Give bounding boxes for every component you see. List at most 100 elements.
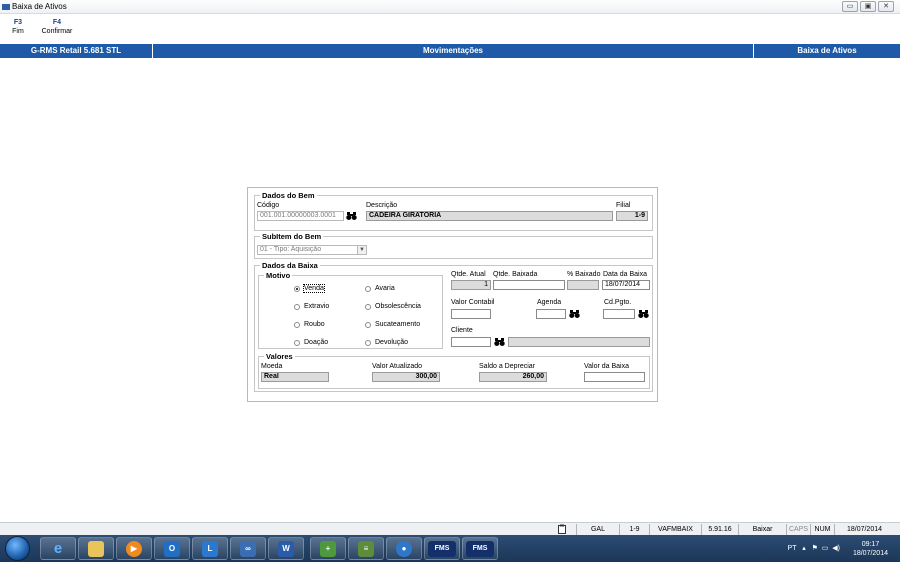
radio-roubo[interactable]: Roubo bbox=[294, 321, 325, 328]
start-button[interactable] bbox=[5, 536, 30, 561]
app-icon-4[interactable]: ● bbox=[386, 537, 422, 560]
radio-dot[interactable] bbox=[365, 285, 371, 292]
radio-dot[interactable] bbox=[294, 321, 300, 328]
fms-icon[interactable]: FMS bbox=[424, 537, 460, 560]
codigo-label: Código bbox=[257, 202, 280, 209]
cd-pgto-search-icon[interactable] bbox=[638, 309, 649, 319]
app-icon bbox=[2, 4, 10, 10]
clock[interactable]: 09:17 18/07/2014 bbox=[853, 540, 888, 558]
moeda-label: Moeda bbox=[261, 363, 283, 370]
valor-baixa-field[interactable] bbox=[584, 372, 645, 382]
fms-glyph: FMS bbox=[428, 540, 456, 557]
radio-venda[interactable]: Venda bbox=[294, 284, 325, 293]
subitem-title: SubItem do Bem bbox=[260, 232, 324, 241]
agenda-field[interactable] bbox=[536, 309, 566, 319]
dados-bem-group: Dados do Bem Código 001.001.00000003.000… bbox=[254, 191, 653, 231]
agenda-search-icon[interactable] bbox=[569, 309, 580, 319]
media-player-icon[interactable]: ▶ bbox=[116, 537, 152, 560]
qtde-baixada-field[interactable] bbox=[493, 280, 565, 290]
valor-atualizado-field: 300,00 bbox=[372, 372, 440, 382]
radio-devolucao-label: Devolução bbox=[375, 339, 409, 346]
close-button[interactable]: ✕ bbox=[878, 1, 894, 12]
network-icon[interactable]: ▭ bbox=[820, 545, 831, 552]
pct-baixado-field bbox=[567, 280, 599, 290]
radio-avaria[interactable]: Avaria bbox=[365, 285, 395, 292]
valor-baixa-label: Valor da Baixa bbox=[584, 363, 630, 370]
volume-icon[interactable]: ◀) bbox=[832, 545, 840, 552]
word-icon[interactable]: W bbox=[268, 537, 304, 560]
radio-sucateamento-label: Sucateamento bbox=[375, 321, 421, 328]
fms-icon-2[interactable]: FMS bbox=[462, 537, 498, 560]
screen-title: Baixa de Ativos bbox=[797, 46, 857, 55]
cliente-label: Cliente bbox=[451, 327, 473, 334]
cliente-search-icon[interactable] bbox=[494, 337, 505, 347]
motivo-group: Motivo Venda Avaria Extravio Obsolescênc… bbox=[258, 271, 443, 349]
cliente-nome-field bbox=[508, 337, 650, 347]
valor-contabil-label: Valor Contabil bbox=[451, 299, 495, 306]
f3-key: F3 bbox=[13, 19, 23, 26]
minimize-button[interactable]: ▭ bbox=[842, 1, 858, 12]
saldo-label: Saldo a Depreciar bbox=[479, 363, 536, 370]
pct-baixado-label: % Baixado bbox=[567, 271, 601, 278]
data-baixa-field[interactable]: 18/07/2014 bbox=[602, 280, 650, 290]
radio-dot[interactable] bbox=[294, 303, 300, 310]
radio-obsolescencia[interactable]: Obsolescência bbox=[365, 303, 421, 310]
lync-icon[interactable]: L bbox=[192, 537, 228, 560]
status-action: Baixar bbox=[738, 524, 786, 535]
radio-dot[interactable] bbox=[365, 321, 371, 328]
explorer-icon[interactable] bbox=[78, 537, 114, 560]
radio-roubo-label: Roubo bbox=[304, 321, 325, 328]
radio-venda-label: Venda bbox=[303, 284, 325, 293]
system-tray[interactable]: PT ▴ ⚑ ▭ ◀) bbox=[788, 544, 840, 552]
codigo-field[interactable]: 001.001.00000003.0001 bbox=[257, 211, 344, 221]
valores-group: Valores Moeda Real Valor Atualizado 300,… bbox=[258, 352, 650, 389]
app-glyph-4: ● bbox=[396, 540, 412, 557]
word-glyph: W bbox=[278, 540, 294, 557]
radio-devolucao[interactable]: Devolução bbox=[365, 339, 408, 346]
ie-icon[interactable]: e bbox=[40, 537, 76, 560]
filial-label: Filial bbox=[616, 202, 631, 209]
radio-sucateamento[interactable]: Sucateamento bbox=[365, 321, 420, 328]
qtde-baixada-label: Qtde. Baixada bbox=[493, 271, 538, 278]
cd-pgto-field[interactable] bbox=[603, 309, 635, 319]
cliente-field[interactable] bbox=[451, 337, 491, 347]
valores-title: Valores bbox=[264, 352, 295, 361]
play-glyph: ▶ bbox=[126, 540, 142, 557]
codigo-search-icon[interactable] bbox=[346, 211, 357, 221]
chevron-down-icon[interactable]: ▼ bbox=[357, 246, 366, 254]
app-icon-2[interactable]: + bbox=[310, 537, 346, 560]
title-bar: Baixa de Ativos ▭ ▣ ✕ bbox=[0, 0, 900, 14]
radio-dot[interactable] bbox=[294, 285, 300, 292]
cd-pgto-label: Cd.Pgto. bbox=[604, 299, 632, 306]
app-version: G-RMS Retail 5.681 STL bbox=[30, 46, 122, 55]
app-icon[interactable]: ∞ bbox=[230, 537, 266, 560]
tray-chevron-icon[interactable]: ▴ bbox=[798, 545, 809, 552]
status-program: VAFMBAIX bbox=[649, 524, 701, 535]
qtde-atual-field: 1 bbox=[451, 280, 491, 290]
confirmar-button[interactable]: F4 Confirmar bbox=[38, 19, 76, 35]
status-num: NUM bbox=[810, 524, 834, 535]
fim-button[interactable]: F3 Fim bbox=[10, 19, 26, 35]
subitem-combo[interactable]: 01 - Tipo: Aquisição ▼ bbox=[257, 245, 367, 255]
radio-extravio-label: Extravio bbox=[304, 303, 330, 310]
radio-dot[interactable] bbox=[365, 339, 371, 346]
f4-key: F4 bbox=[52, 19, 62, 26]
flag-icon[interactable]: ⚑ bbox=[812, 545, 818, 552]
radio-dot[interactable] bbox=[294, 339, 300, 346]
radio-obsolescencia-label: Obsolescência bbox=[375, 303, 421, 310]
valor-contabil-field[interactable] bbox=[451, 309, 491, 319]
language-indicator[interactable]: PT bbox=[788, 545, 797, 552]
radio-dot[interactable] bbox=[365, 303, 371, 310]
moeda-field: Real bbox=[261, 372, 329, 382]
fim-label: Fim bbox=[12, 28, 24, 35]
radio-extravio[interactable]: Extravio bbox=[294, 303, 329, 310]
status-date: 18/07/2014 bbox=[834, 524, 894, 535]
outlook-icon[interactable]: O bbox=[154, 537, 190, 560]
toolbar: F3 Fim F4 Confirmar bbox=[0, 15, 900, 43]
taskbar: e ▶ O L ∞ W + ≡ ● FMS FMS PT ▴ ⚑ ▭ ◀) 09… bbox=[0, 535, 900, 562]
app-glyph: ∞ bbox=[240, 540, 256, 557]
radio-doacao[interactable]: Doação bbox=[294, 339, 328, 346]
qtde-atual-label: Qtde. Atual bbox=[451, 271, 486, 278]
maximize-button[interactable]: ▣ bbox=[860, 1, 876, 12]
app-icon-3[interactable]: ≡ bbox=[348, 537, 384, 560]
